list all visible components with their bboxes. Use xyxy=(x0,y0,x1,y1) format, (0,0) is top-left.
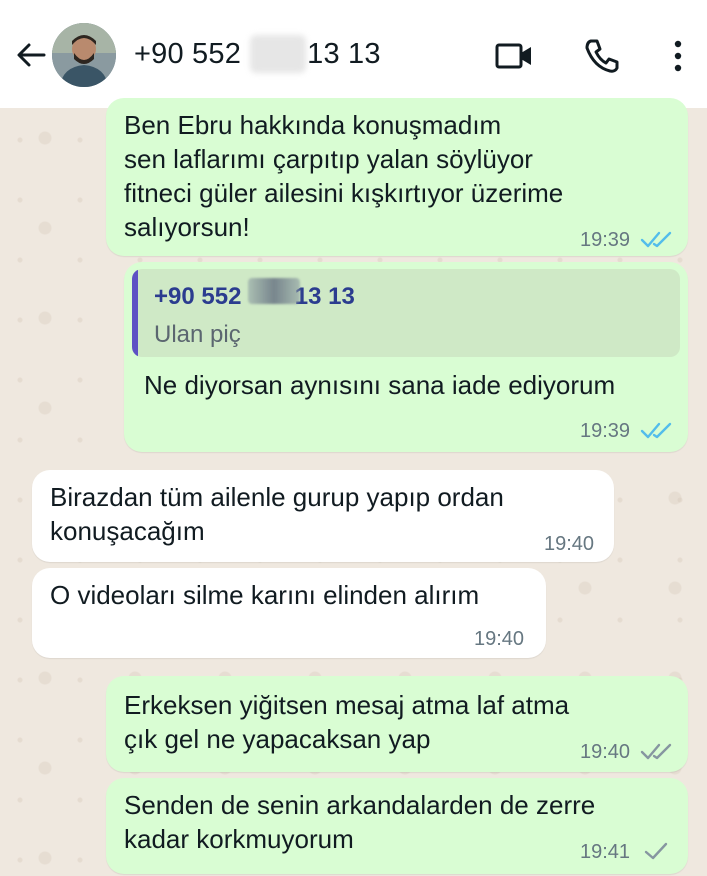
quoted-sender-part2: 13 13 xyxy=(294,283,355,310)
message-bubble-incoming[interactable]: O videoları silme karını elinden alırım … xyxy=(32,568,546,658)
quote-accent-bar xyxy=(132,269,138,357)
message-time: 19:40 xyxy=(474,628,525,650)
contact-number-part1: +90 552 xyxy=(134,38,242,70)
message-text: O videoları silme karını elinden alırım xyxy=(50,580,480,610)
avatar[interactable] xyxy=(52,23,116,87)
message-time: 19:41 xyxy=(580,841,631,863)
message-time: 19:40 xyxy=(580,741,631,763)
redacted-digits xyxy=(248,278,300,304)
phone-icon[interactable] xyxy=(582,36,622,76)
arrow-left-icon[interactable] xyxy=(14,38,48,72)
message-text: Birazdan tüm ailenle gurup yapıp ordan k… xyxy=(50,482,504,546)
message-bubble-outgoing[interactable]: Senden de senin arkandalarden de zerre k… xyxy=(106,778,688,874)
contact-number-part2: 13 13 xyxy=(307,38,381,70)
double-check-read-icon xyxy=(640,231,672,248)
message-bubble-outgoing[interactable]: Ben Ebru hakkında konuşmadım sen lafları… xyxy=(106,98,688,256)
message-time: 19:40 xyxy=(544,533,595,555)
message-bubble-outgoing[interactable]: Erkeksen yiğitsen mesaj atma laf atma çı… xyxy=(106,676,688,772)
quoted-text: Ulan piç xyxy=(154,321,241,348)
chat-header: +90 552 13 13 xyxy=(0,0,707,108)
message-text: Ne diyorsan aynısını sana iade ediyorum xyxy=(144,370,616,400)
redacted-digits xyxy=(250,35,306,73)
single-check-sent-icon xyxy=(644,842,668,860)
video-camera-icon[interactable] xyxy=(494,36,534,76)
avatar-image xyxy=(52,23,116,87)
message-text: Senden de senin arkandalarden de zerre k… xyxy=(124,790,596,854)
message-time: 19:39 xyxy=(580,229,631,251)
double-check-delivered-icon xyxy=(640,743,672,760)
message-bubble-incoming[interactable]: Birazdan tüm ailenle gurup yapıp ordan k… xyxy=(32,470,614,562)
message-text: Erkeksen yiğitsen mesaj atma laf atma çı… xyxy=(124,690,570,754)
quoted-sender-part1: +90 552 xyxy=(154,283,242,310)
message-time: 19:39 xyxy=(580,420,631,442)
double-check-read-icon xyxy=(640,422,672,439)
message-text: Ben Ebru hakkında konuşmadım sen lafları… xyxy=(124,110,564,242)
quoted-message[interactable]: +90 552 13 13 Ulan piç xyxy=(132,269,680,357)
vertical-dots-icon[interactable] xyxy=(664,36,692,76)
